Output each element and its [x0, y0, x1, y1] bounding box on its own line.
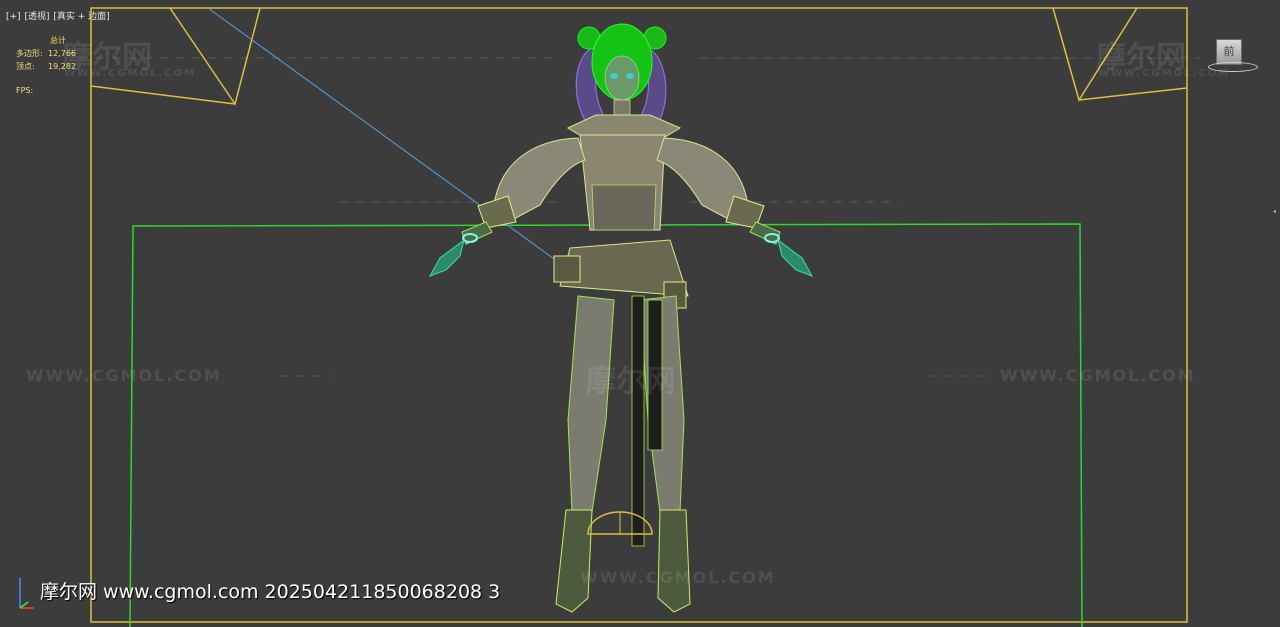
scene-canvas[interactable] [0, 0, 1280, 627]
watermark-logo: 摩尔网 [586, 364, 676, 399]
watermark-url: WWW.CGMOL.COM [580, 568, 776, 587]
camera-target-line [207, 7, 591, 286]
perspective-viewport[interactable]: [+] [透视] [真实 + 边面] 总计 多边形: 12,766 顶点: 19… [0, 0, 1280, 627]
boot-left [555, 509, 593, 613]
hand-right [777, 238, 814, 277]
character-wireframe[interactable] [428, 23, 814, 613]
axis-gizmo-icon [19, 578, 34, 609]
watermark-url: WWW.CGMOL.COM [1000, 366, 1196, 385]
hand-left [428, 238, 465, 277]
watermark-url: WWW.CGMOL.COM [64, 68, 197, 79]
camera-cone-left [169, 7, 261, 106]
camera-cone-left-base [90, 85, 236, 105]
watermark-url: WWW.CGMOL.COM [26, 366, 222, 385]
hanging-strap [631, 295, 645, 547]
eye-right [626, 73, 634, 79]
corset [591, 184, 657, 231]
boot-right [657, 509, 691, 613]
viewcube-icon[interactable]: 前 [1206, 36, 1260, 76]
face [604, 55, 640, 101]
belt-pouch [553, 255, 581, 283]
neck [613, 99, 631, 117]
image-caption: 摩尔网 www.cgmol.com 202504211850068208 3 [40, 581, 501, 603]
eye-left [610, 73, 618, 79]
viewcube-ring[interactable] [1208, 62, 1258, 72]
leg-left [567, 295, 615, 513]
camera-cone-right-base [1078, 87, 1188, 101]
viewport-edge-marker: ◂ [1273, 208, 1277, 215]
